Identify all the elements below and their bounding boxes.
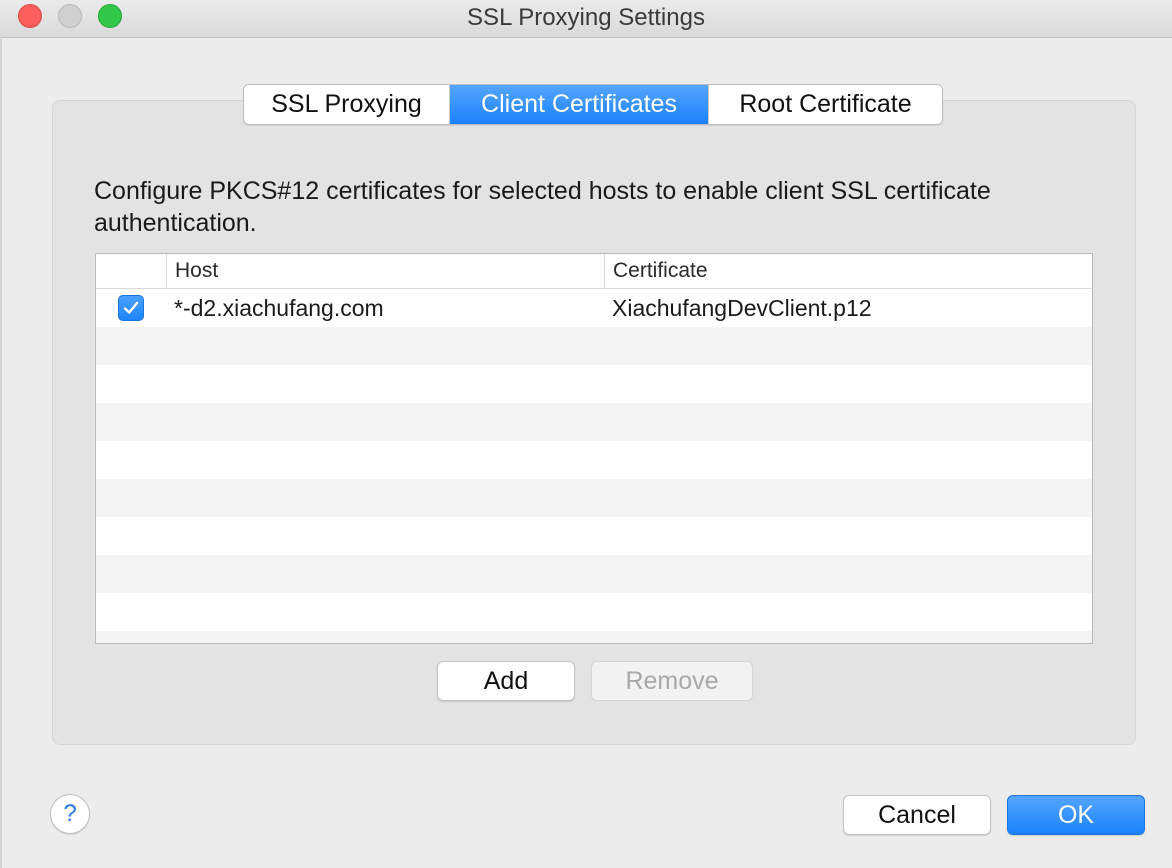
add-button[interactable]: Add	[437, 661, 575, 701]
table-row-empty	[96, 555, 1092, 593]
checkmark-icon	[123, 301, 139, 314]
column-header-enabled[interactable]	[96, 254, 166, 288]
table-row-empty	[96, 517, 1092, 555]
title-bar: SSL Proxying Settings	[0, 0, 1172, 38]
table-row-empty	[96, 327, 1092, 365]
window-title: SSL Proxying Settings	[467, 4, 705, 31]
cancel-button[interactable]: Cancel	[843, 795, 991, 835]
row-enabled-checkbox[interactable]	[118, 295, 144, 321]
certificates-table: Host Certificate *-d2.xiachufang.com Xia…	[95, 253, 1093, 644]
table-row-empty	[96, 631, 1092, 643]
table-body: *-d2.xiachufang.com XiachufangDevClient.…	[96, 289, 1092, 643]
description-text: Configure PKCS#12 certificates for selec…	[94, 177, 991, 237]
tab-ssl-proxying[interactable]: SSL Proxying	[244, 85, 450, 124]
tab-bar: SSL Proxying Client Certificates Root Ce…	[243, 84, 943, 125]
row-host: *-d2.xiachufang.com	[174, 295, 384, 321]
column-header-host[interactable]: Host	[166, 254, 604, 288]
tab-root-certificate[interactable]: Root Certificate	[708, 85, 942, 124]
tab-client-certificates[interactable]: Client Certificates	[450, 85, 708, 124]
table-row-empty	[96, 593, 1092, 631]
table-row-empty	[96, 441, 1092, 479]
table-row[interactable]: *-d2.xiachufang.com XiachufangDevClient.…	[96, 289, 1092, 327]
table-row-empty	[96, 403, 1092, 441]
window-edge	[0, 37, 2, 868]
table-row-empty	[96, 365, 1092, 403]
remove-button[interactable]: Remove	[591, 661, 753, 701]
column-header-certificate[interactable]: Certificate	[604, 254, 1090, 288]
question-mark-icon[interactable]: ?	[50, 794, 90, 834]
row-certificate: XiachufangDevClient.p12	[612, 295, 872, 321]
ok-button[interactable]: OK	[1007, 795, 1145, 835]
table-row-empty	[96, 479, 1092, 517]
table-header: Host Certificate	[96, 254, 1092, 289]
